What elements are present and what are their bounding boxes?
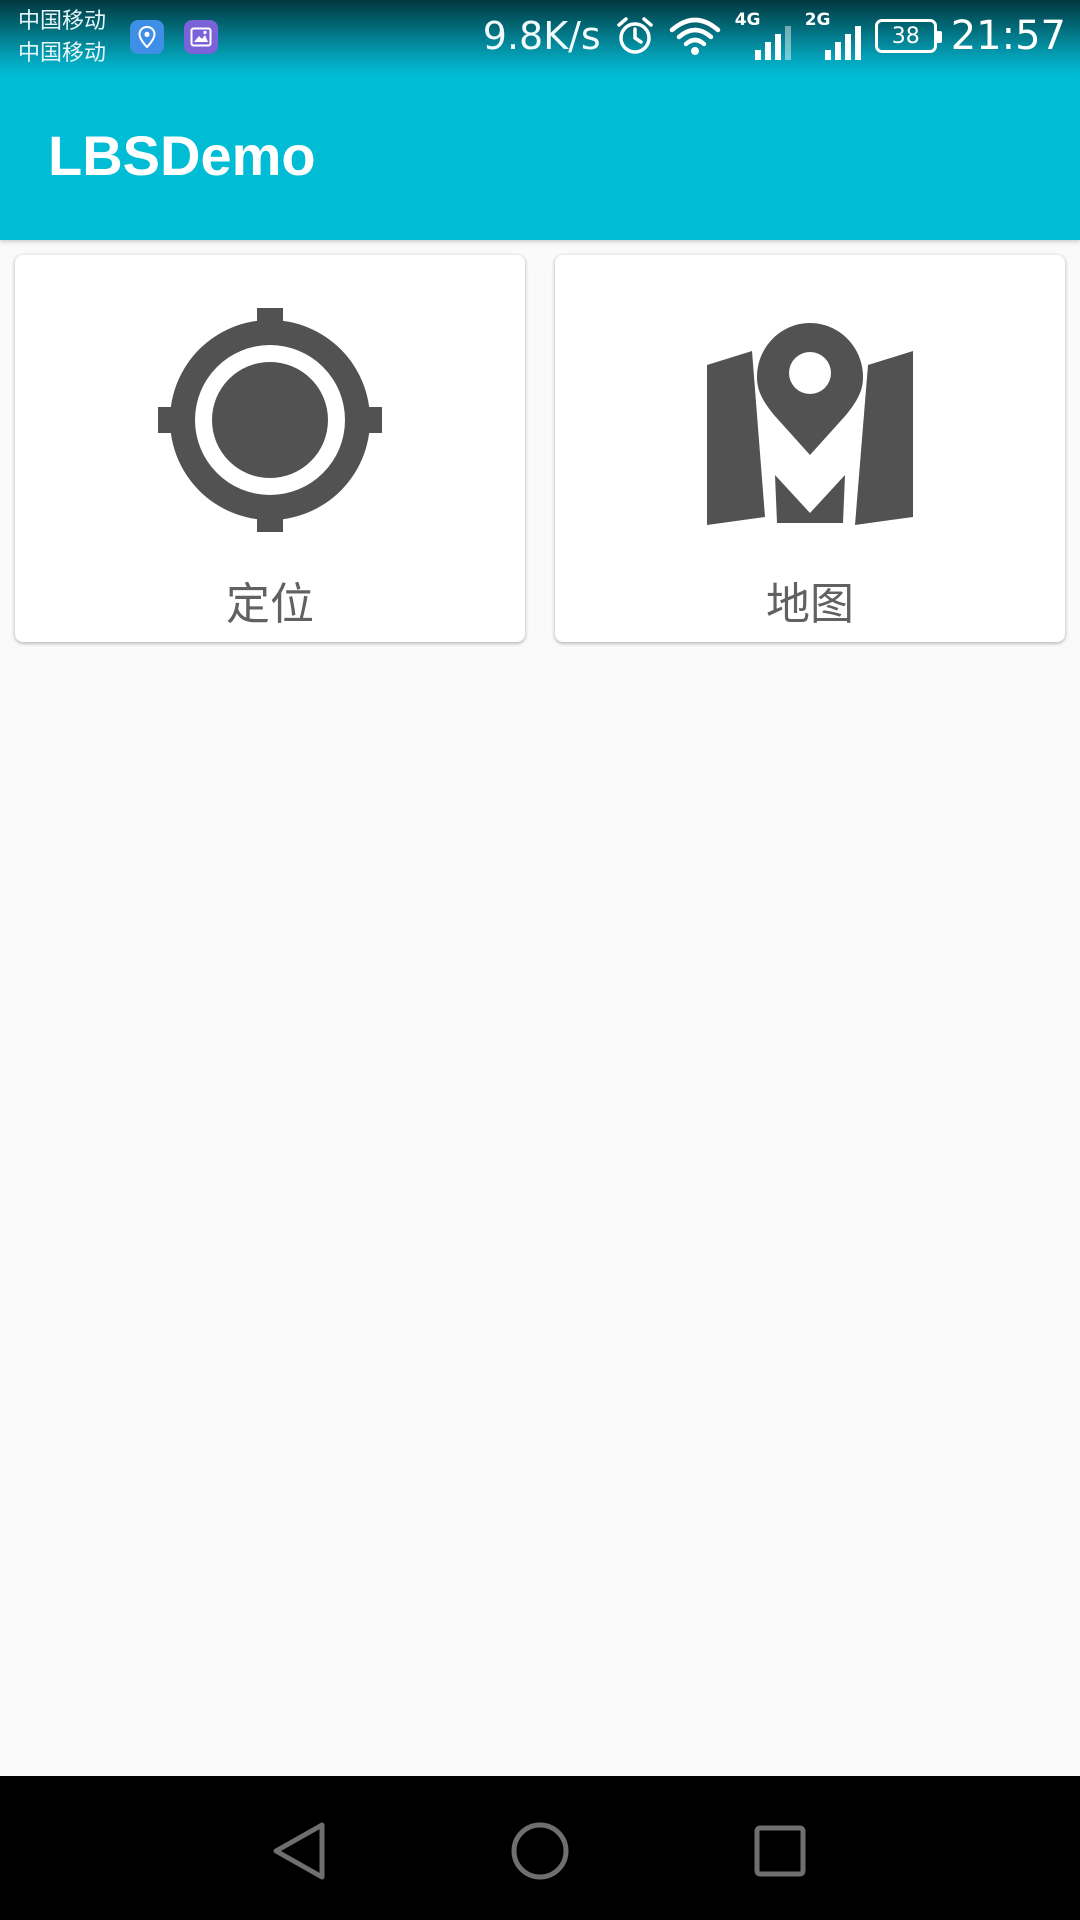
locate-label: 定位	[226, 579, 314, 630]
status-bar: 中国移动 中国移动 9.8K/s 4G 2G 38 21:57	[0, 0, 1080, 75]
battery-icon: 38	[874, 19, 942, 53]
gps-crosshair-icon	[158, 308, 382, 532]
locate-card[interactable]: 定位	[15, 255, 525, 642]
wifi-icon	[669, 17, 720, 55]
app-bar: LBSDemo	[0, 75, 1080, 240]
map-label: 地图	[766, 579, 854, 630]
home-icon[interactable]	[505, 1818, 575, 1884]
signal-bars-icon	[824, 26, 861, 60]
carrier-2: 中国移动	[18, 41, 107, 66]
network-speed: 9.8K/s	[482, 14, 601, 58]
location-icon	[138, 26, 156, 48]
battery-level: 38	[891, 23, 920, 49]
clock: 21:57	[950, 13, 1066, 59]
signal-2g-indicator: 2G	[805, 10, 861, 62]
carrier-1: 中国移动	[18, 9, 107, 34]
navigation-bar	[0, 1776, 1080, 1920]
status-right-group: 9.8K/s 4G 2G 38 21:57	[483, 10, 1066, 62]
map-card[interactable]: 地图	[555, 255, 1065, 642]
signal-bars-icon	[754, 26, 791, 60]
signal-4g-indicator: 4G	[735, 10, 791, 62]
carrier-info: 中国移动 中国移动	[18, 6, 106, 70]
map-pin-icon	[707, 323, 913, 525]
recent-apps-icon[interactable]	[744, 1818, 814, 1884]
location-notification-icon[interactable]	[130, 20, 164, 54]
app-title: LBSDemo	[48, 124, 316, 187]
back-icon[interactable]	[266, 1818, 336, 1884]
gallery-icon	[190, 27, 212, 47]
gallery-notification-icon[interactable]	[184, 20, 218, 54]
alarm-icon	[616, 17, 653, 54]
